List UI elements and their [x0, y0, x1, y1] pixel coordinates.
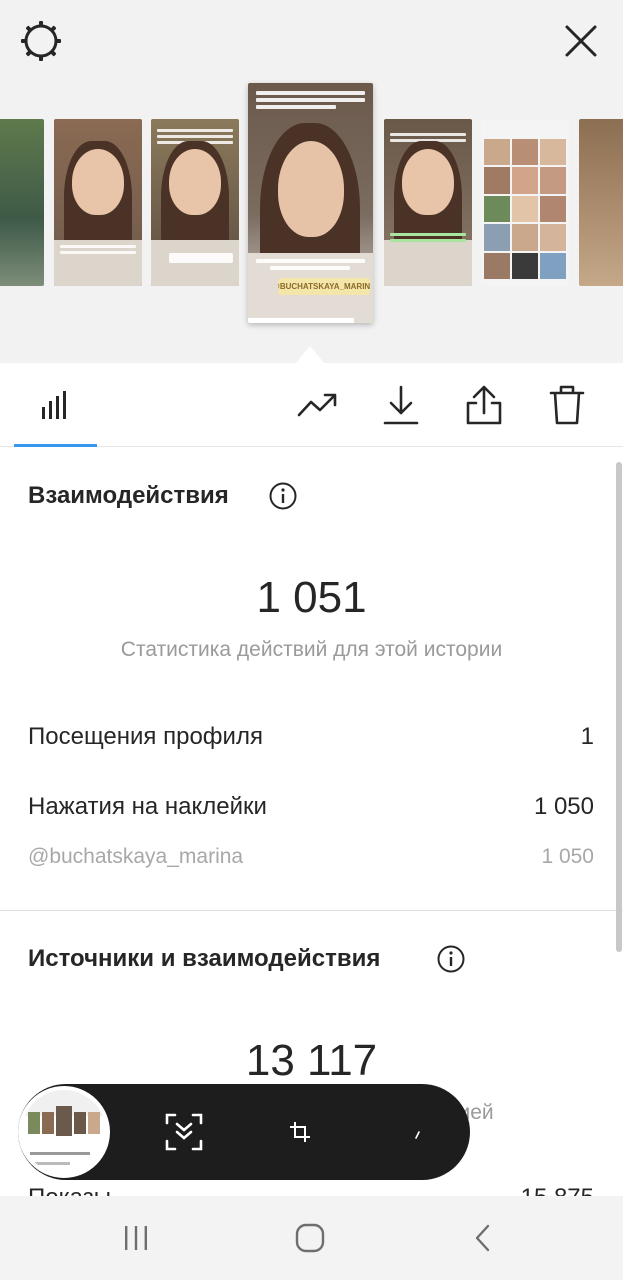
profile-visits-label: Посещения профиля: [28, 723, 263, 750]
screenshot-preview[interactable]: [18, 1086, 110, 1178]
scrollbar[interactable]: [616, 462, 622, 952]
insights-icon: [42, 391, 66, 419]
info-button[interactable]: [268, 481, 298, 511]
section-title-interactions: Взаимодействия: [28, 482, 229, 509]
crop-button[interactable]: [276, 1108, 324, 1156]
story-thumbnail[interactable]: [151, 119, 239, 286]
share-button[interactable]: [460, 381, 508, 429]
story-toolbar: [0, 363, 623, 447]
home-button[interactable]: [286, 1216, 334, 1260]
trend-button[interactable]: [294, 381, 342, 429]
trend-icon: [297, 393, 337, 417]
delete-button[interactable]: [543, 381, 591, 429]
info-button[interactable]: [436, 944, 466, 974]
recents-button[interactable]: [112, 1216, 160, 1260]
info-icon: [437, 945, 465, 973]
download-icon: [383, 385, 419, 425]
crop-icon: [290, 1122, 310, 1142]
selection-caret: [296, 346, 324, 363]
edit-icon: [415, 1131, 420, 1139]
interactions-subtitle: Статистика действий для этой истории: [120, 638, 503, 661]
settings-button[interactable]: [19, 19, 63, 63]
edit-button[interactable]: [392, 1108, 440, 1156]
info-icon: [269, 482, 297, 510]
interactions-total: 1 051: [256, 573, 367, 622]
scroll-capture-button[interactable]: [160, 1108, 208, 1156]
profile-visits-value: 1: [580, 723, 594, 750]
story-strip: @BUCHATSKAYA_MARINA: [0, 0, 623, 363]
home-icon: [295, 1223, 325, 1253]
mention-sticker-label: @buchatskaya_marina: [28, 845, 244, 868]
sticker-taps-value: 1 050: [533, 793, 594, 820]
selected-story[interactable]: @BUCHATSKAYA_MARINA: [248, 83, 373, 323]
system-nav-bar: [0, 1196, 623, 1280]
active-tab-indicator: [14, 444, 97, 447]
trash-icon: [549, 385, 585, 425]
mention-sticker: @BUCHATSKAYA_MARINA: [278, 278, 370, 295]
section-title-sources: Источники и взаимодействия: [28, 945, 381, 972]
reach-total: 13 117: [245, 1036, 378, 1085]
download-button[interactable]: [377, 381, 425, 429]
tab-insights[interactable]: [31, 381, 79, 429]
share-icon: [466, 385, 502, 425]
story-thumbnail[interactable]: [54, 119, 142, 286]
close-icon: [565, 25, 597, 57]
back-button[interactable]: [460, 1216, 508, 1260]
mention-sticker-value: 1 050: [541, 845, 594, 868]
section-divider: [0, 910, 623, 911]
recents-icon: [125, 1226, 147, 1250]
close-button[interactable]: [559, 19, 603, 63]
back-icon: [475, 1224, 490, 1252]
scroll-capture-icon: [165, 1113, 203, 1151]
gear-icon: [21, 21, 61, 61]
story-thumbnail[interactable]: [384, 119, 472, 286]
story-thumbnail[interactable]: [0, 119, 44, 286]
story-thumbnail[interactable]: [481, 119, 569, 286]
sticker-taps-label: Нажатия на наклейки: [28, 793, 267, 820]
story-thumbnail[interactable]: [579, 119, 623, 286]
